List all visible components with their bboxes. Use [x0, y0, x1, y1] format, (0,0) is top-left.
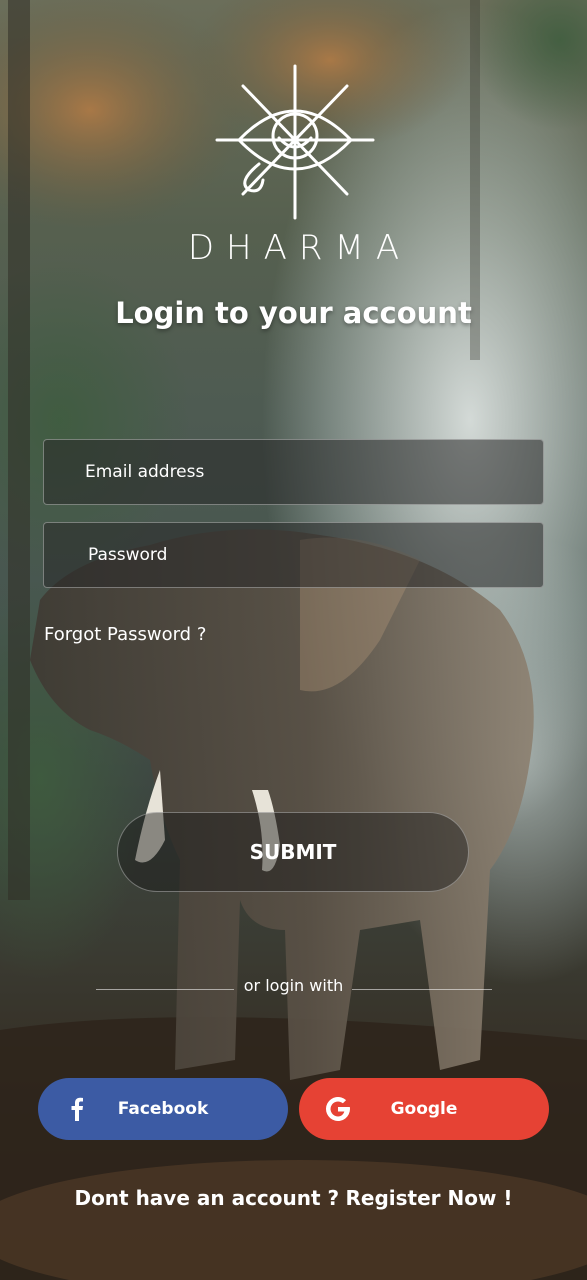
facebook-login-button[interactable]: Facebook — [38, 1078, 288, 1140]
email-field[interactable] — [43, 439, 544, 505]
register-link[interactable]: Register Now ! — [345, 1186, 512, 1210]
divider-line-right — [352, 989, 492, 990]
password-field[interactable] — [43, 522, 544, 588]
eye-sun-icon — [215, 64, 375, 220]
register-question: Dont have an account ? — [74, 1186, 340, 1210]
submit-button[interactable]: SUBMIT — [117, 812, 469, 892]
google-login-button[interactable]: Google — [299, 1078, 549, 1140]
google-icon — [323, 1094, 353, 1124]
brand-name: DHARMA — [187, 228, 412, 268]
login-screen: DHARMA Login to your account Forgot Pass… — [0, 0, 587, 1280]
social-divider: or login with — [0, 976, 587, 998]
register-prompt: Dont have an account ? Register Now ! — [0, 1186, 587, 1210]
forgot-password-link[interactable]: Forgot Password ? — [44, 624, 206, 645]
page-title: Login to your account — [115, 296, 472, 330]
divider-label: or login with — [243, 976, 344, 995]
email-input[interactable] — [44, 440, 543, 504]
password-input[interactable] — [44, 523, 543, 587]
facebook-icon — [62, 1094, 92, 1124]
